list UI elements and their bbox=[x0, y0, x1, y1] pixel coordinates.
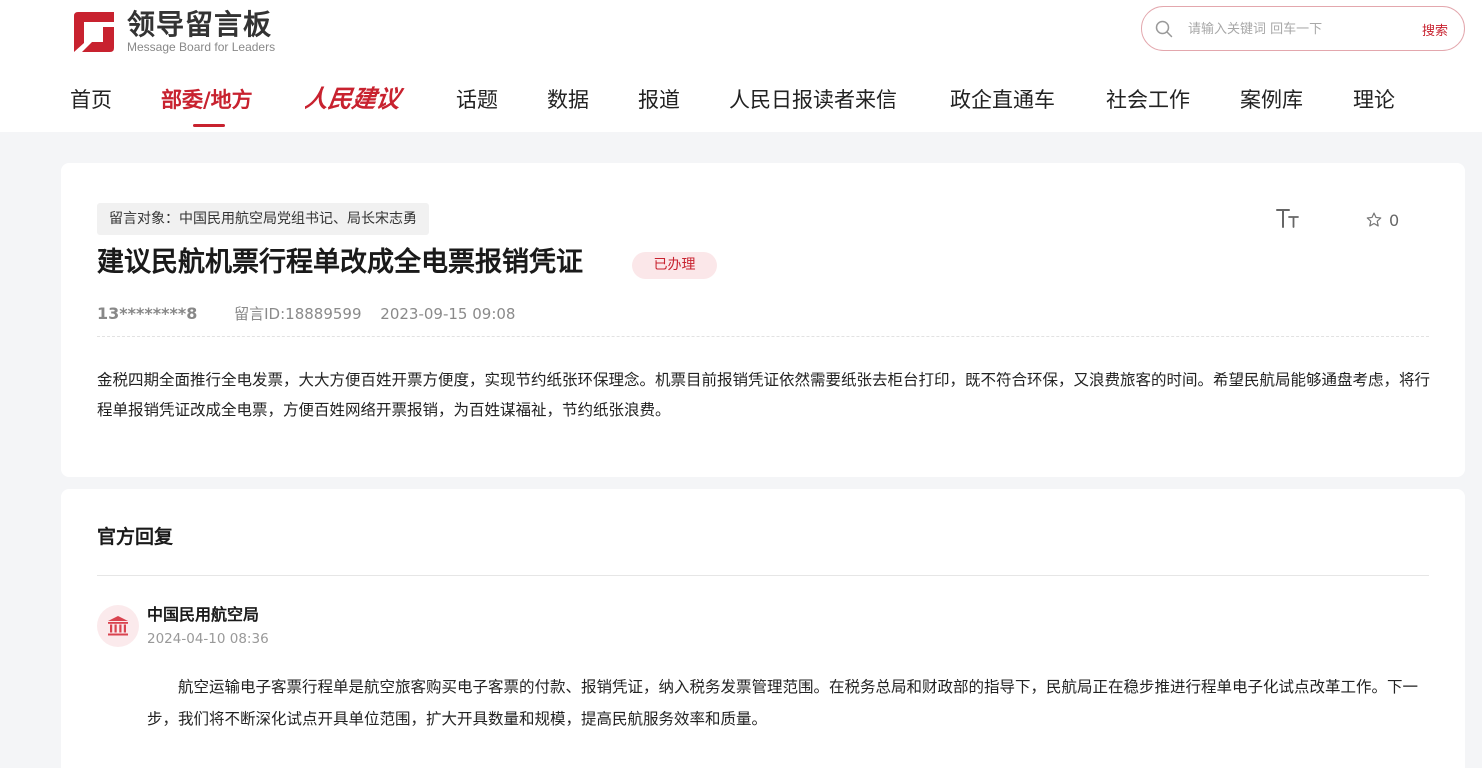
nav-item-home[interactable]: 首页 bbox=[70, 86, 112, 114]
search-box: 搜索 bbox=[1141, 6, 1465, 51]
site-header: 领导留言板 Message Board for Leaders 搜索 首页 部委… bbox=[0, 0, 1482, 132]
nav-active-indicator bbox=[193, 124, 225, 127]
nav-item-reports[interactable]: 报道 bbox=[638, 86, 680, 114]
reply-time: 2024-04-10 08:36 bbox=[147, 631, 269, 647]
government-building-icon bbox=[108, 616, 128, 636]
nav-item-social-work[interactable]: 社会工作 bbox=[1106, 86, 1190, 114]
reply-heading: 官方回复 bbox=[97, 526, 174, 548]
message-target: 留言对象：中国民用航空局党组书记、局长宋志勇 bbox=[97, 203, 429, 235]
nav-item-gov-business[interactable]: 政企直通车 bbox=[950, 86, 1055, 114]
main-nav: 首页 部委/地方 人民建议 话题 数据 报道 人民日报读者来信 政企直通车 社会… bbox=[0, 78, 1482, 128]
message-content: 金税四期全面推行全电发票，大大方便百姓开票方便度，实现节约纸张环保理念。机票目前… bbox=[97, 371, 1431, 419]
reply-org-name: 中国民用航空局 bbox=[147, 605, 260, 624]
search-icon bbox=[1155, 20, 1173, 38]
site-logo[interactable]: 领导留言板 Message Board for Leaders bbox=[70, 8, 300, 56]
people-suggestions-label: 人民建议 bbox=[305, 84, 406, 113]
nav-item-theory[interactable]: 理论 bbox=[1353, 86, 1395, 114]
message-id: 留言ID:18889599 bbox=[234, 305, 362, 323]
reply-content: 航空运输电子客票行程单是航空旅客购买电子客票的付款、报销凭证，纳入税务发票管理范… bbox=[147, 678, 1419, 728]
reply-card: 官方回复 中国民用航空局 2024-04-10 08:36 航空运输电子客票行程… bbox=[61, 489, 1465, 768]
logo-subtitle: Message Board for Leaders bbox=[127, 40, 276, 54]
nav-item-case-library[interactable]: 案例库 bbox=[1240, 86, 1303, 114]
people-suggestions-logo: 人民建议 bbox=[302, 84, 406, 113]
message-meta: 13********8 留言ID:18889599 2023-09-15 09:… bbox=[97, 303, 515, 325]
star-icon bbox=[1366, 212, 1382, 227]
nav-item-topics[interactable]: 话题 bbox=[456, 86, 498, 114]
search-button[interactable]: 搜索 bbox=[1422, 19, 1448, 39]
search-input[interactable] bbox=[1188, 18, 1388, 40]
nav-item-data[interactable]: 数据 bbox=[547, 86, 589, 114]
logo-title: 领导留言板 bbox=[127, 8, 273, 41]
message-card: 留言对象：中国民用航空局党组书记、局长宋志勇 0 建议民航机票行程单改成全电票报… bbox=[61, 163, 1465, 477]
font-size-icon[interactable] bbox=[1275, 207, 1301, 229]
nav-item-ministries-local[interactable]: 部委/地方 bbox=[161, 86, 253, 114]
favorite-button[interactable]: 0 bbox=[1365, 209, 1399, 231]
message-title: 建议民航机票行程单改成全电票报销凭证 bbox=[97, 247, 583, 278]
nav-item-people-suggestions[interactable]: 人民建议 bbox=[302, 78, 409, 118]
logo-mark-icon bbox=[74, 12, 114, 52]
org-avatar bbox=[97, 605, 139, 647]
status-badge: 已办理 bbox=[632, 252, 717, 279]
meta-divider bbox=[97, 336, 1429, 337]
favorite-count: 0 bbox=[1389, 210, 1400, 230]
reply-divider bbox=[97, 575, 1429, 576]
nav-item-readers-letters[interactable]: 人民日报读者来信 bbox=[729, 86, 897, 114]
message-time: 2023-09-15 09:08 bbox=[380, 305, 516, 323]
message-user: 13********8 bbox=[97, 304, 198, 323]
